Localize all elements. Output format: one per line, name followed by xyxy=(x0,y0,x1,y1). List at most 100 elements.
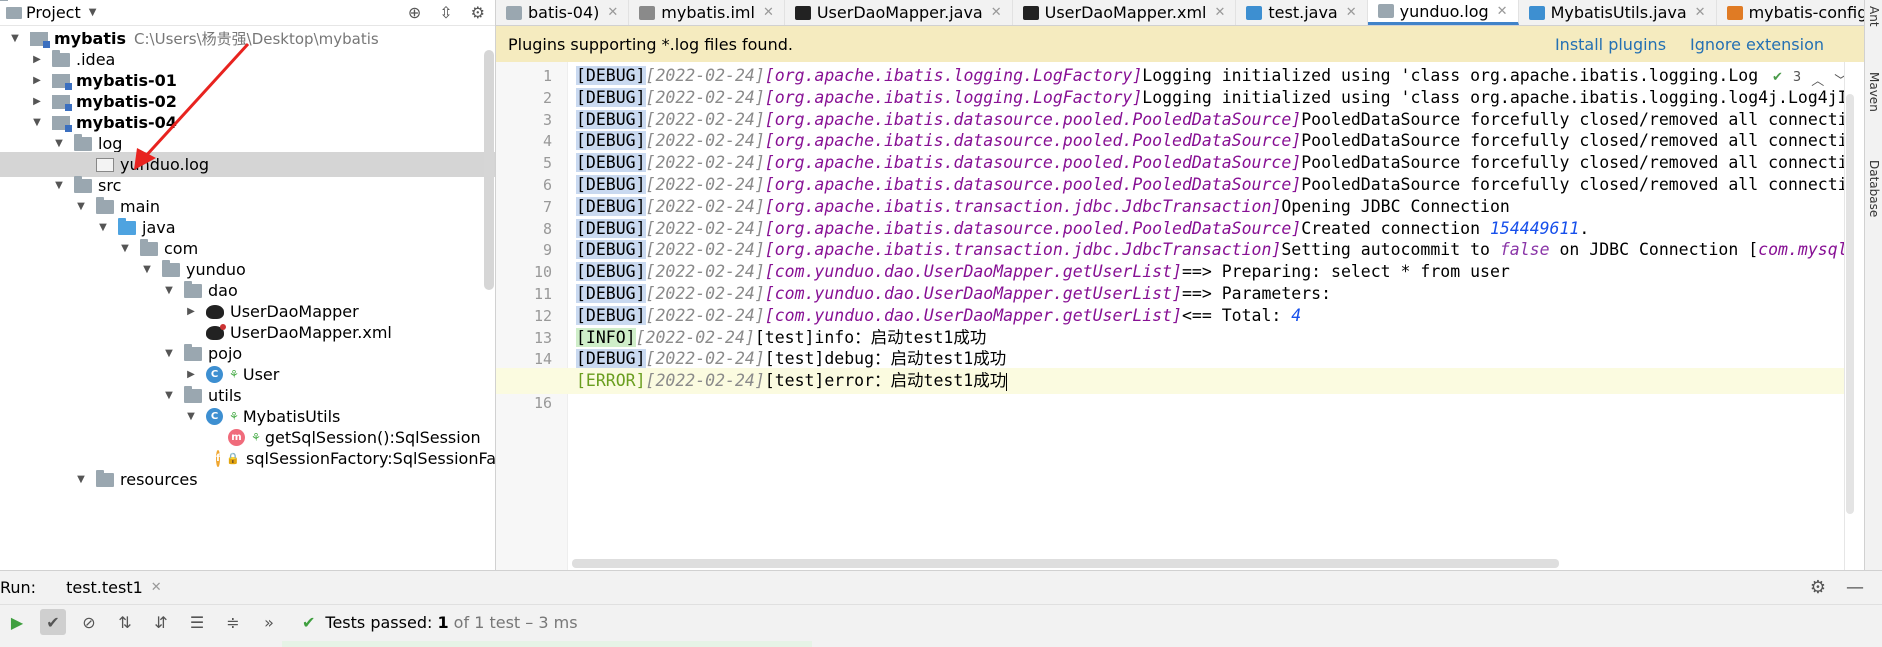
run-panel: Run: test.test1 ✕ ⚙ — ▶ ✔ ⊘ ⇅ ⇵ ☰ ≑ » ✔ … xyxy=(0,570,1882,647)
chevron-right-icon[interactable]: ▶ xyxy=(184,306,198,317)
log-level: [DEBUG] xyxy=(576,262,646,282)
log-message: PooledDataSource forcefully closed/remov… xyxy=(1301,131,1844,151)
right-tool-strip: Ant Maven Database xyxy=(1864,0,1882,570)
log-message: [test]debug：启动test1成功 xyxy=(764,349,1007,369)
more-icon[interactable]: » xyxy=(256,609,282,635)
log-source: [com.yunduo.dao.UserDaoMapper.getUserLis… xyxy=(764,305,1182,325)
folder-icon xyxy=(96,196,114,214)
log-level: [DEBUG] xyxy=(576,175,646,194)
editor-tab[interactable]: MybatisUtils.java ✕ xyxy=(1519,0,1717,25)
run-toolbar: ▶ ✔ ⊘ ⇅ ⇵ ☰ ≑ » ✔ Tests passed: 1 of 1 t… xyxy=(0,605,1882,639)
editor-tab[interactable]: mybatis.iml ✕ xyxy=(629,0,785,25)
chevron-down-icon[interactable]: ▼ xyxy=(118,243,132,254)
chevron-down-icon[interactable]: ▼ xyxy=(162,390,176,401)
ide-window: Project ▼ ⊕ ⇳ ⚙ ▼ mybatis C:\Users\杨贵强\Des… xyxy=(0,0,1882,647)
chevron-down-icon[interactable]: ▼ xyxy=(140,264,154,275)
chevron-right-icon[interactable]: ▶ xyxy=(184,369,198,380)
log-message: PooledDataSource forcefully closed/remov… xyxy=(1301,109,1844,129)
run-tab[interactable]: test.test1 ✕ xyxy=(36,578,172,597)
chevron-down-icon[interactable]: ▼ xyxy=(52,138,66,149)
editor-tab[interactable]: yunduo.log ✕ xyxy=(1367,0,1519,25)
chevron-down-icon[interactable]: ▼ xyxy=(96,222,110,233)
expand-all-icon[interactable]: ☰ xyxy=(184,609,210,635)
log-source: [org.apache.ibatis.transaction.jdbc.Jdbc… xyxy=(764,196,1282,216)
vertical-scrollbar[interactable] xyxy=(1846,94,1854,514)
project-panel-title[interactable]: Project xyxy=(26,3,81,22)
chevron-down-icon[interactable]: ▼ xyxy=(30,117,44,128)
line-number-gutter: 12345678910111213141516 xyxy=(496,62,568,570)
close-icon[interactable]: ✕ xyxy=(1214,5,1225,20)
install-plugins-link[interactable]: Install plugins xyxy=(1555,35,1666,54)
close-icon[interactable]: ✕ xyxy=(763,5,774,20)
chevron-down-icon[interactable]: ▼ xyxy=(74,201,88,212)
tree-item-label: mybatis xyxy=(54,29,127,48)
chevron-up-icon[interactable]: ︿ xyxy=(1811,70,1824,89)
log-level: [DEBUG] xyxy=(576,66,646,85)
horizontal-scrollbar[interactable] xyxy=(572,559,1559,568)
close-icon[interactable]: ✕ xyxy=(1497,4,1508,19)
collapse-all-icon[interactable]: ≑ xyxy=(220,609,246,635)
gear-icon[interactable]: ⚙ xyxy=(471,3,485,22)
chevron-down-icon[interactable]: ▼ xyxy=(162,285,176,296)
editor-tab[interactable]: UserDaoMapper.java ✕ xyxy=(785,0,1013,25)
chevron-right-icon[interactable]: ▶ xyxy=(30,96,44,107)
chevron-down-icon[interactable]: ▼ xyxy=(89,7,97,18)
close-icon[interactable]: ✕ xyxy=(1346,5,1357,20)
chevron-right-icon[interactable]: ▶ xyxy=(30,54,44,65)
tool-window-maven[interactable]: Maven xyxy=(1865,72,1882,112)
chevron-down-icon[interactable]: ▼ xyxy=(74,474,88,485)
log-number: 154449611 xyxy=(1489,218,1580,238)
editor-tab[interactable]: test.java ✕ xyxy=(1236,0,1368,25)
show-passed-icon[interactable]: ✔ xyxy=(40,609,66,635)
tree-item-label: yunduo.log xyxy=(120,155,210,174)
log-message: PooledDataSource forcefully closed/remov… xyxy=(1301,175,1844,194)
mybatis-xml-icon xyxy=(206,323,226,340)
collapse-all-icon[interactable]: ⇳ xyxy=(439,3,452,22)
editor-tab-label: mybatis-config.xml xyxy=(1748,3,1864,22)
log-date: [2022-02-24] xyxy=(635,327,755,347)
rerun-icon[interactable]: ▶ xyxy=(4,609,30,635)
tool-window-database[interactable]: Database xyxy=(1865,160,1882,217)
log-level: [DEBUG] xyxy=(576,240,646,260)
close-icon[interactable]: ✕ xyxy=(1695,5,1706,20)
chevron-down-icon[interactable]: ▼ xyxy=(52,180,66,191)
sort-alpha-icon[interactable]: ⇅ xyxy=(112,609,138,635)
sort-duration-icon[interactable]: ⇵ xyxy=(148,609,174,635)
inspection-widget[interactable]: ✔ 3 ︿ ﹀ xyxy=(1772,70,1847,89)
plugin-suggestion-banner: Plugins supporting *.log files found. In… xyxy=(496,26,1864,62)
editor-tab[interactable]: mybatis-config.xml✕ xyxy=(1717,0,1864,25)
tree-row[interactable]: ▼ resources xyxy=(0,467,495,492)
code-area[interactable]: [DEBUG][2022-02-24][org.apache.ibatis.lo… xyxy=(496,62,1844,570)
minimize-icon[interactable]: — xyxy=(1846,577,1864,598)
log-date: [2022-02-24] xyxy=(645,305,765,325)
ignore-extension-link[interactable]: Ignore extension xyxy=(1690,35,1824,54)
test-status: Tests passed: 1 of 1 test – 3 ms xyxy=(325,613,577,632)
chevron-down-icon[interactable]: ▼ xyxy=(8,33,22,44)
locate-icon[interactable]: ⊕ xyxy=(408,3,421,22)
log-date: [2022-02-24] xyxy=(645,175,765,194)
log-line[interactable]: [ERROR][2022-02-24][test]error：启动test1成功 xyxy=(496,368,1844,395)
xml-file-icon xyxy=(1726,5,1743,20)
show-ignored-icon[interactable]: ⊘ xyxy=(76,609,102,635)
close-icon[interactable]: ✕ xyxy=(991,5,1002,20)
tree-item-label: mybatis-01 xyxy=(76,71,177,90)
tool-window-ant[interactable]: Ant xyxy=(1865,6,1882,27)
package-icon xyxy=(184,280,202,298)
mybatis-interface-icon xyxy=(794,5,811,20)
log-level: [DEBUG] xyxy=(576,218,646,238)
chevron-right-icon[interactable]: ▶ xyxy=(30,75,44,86)
gear-icon[interactable]: ⚙ xyxy=(1810,577,1826,598)
tree-item-label: UserDaoMapper xyxy=(230,302,359,321)
chevron-down-icon[interactable]: ▼ xyxy=(184,411,198,422)
editor-tab[interactable]: batis-04) ✕ xyxy=(496,0,630,25)
log-source: [com.yunduo.dao.UserDaoMapper.getUserLis… xyxy=(764,262,1182,282)
close-icon[interactable]: ✕ xyxy=(151,580,162,595)
close-icon[interactable]: ✕ xyxy=(607,5,618,20)
project-scrollbar[interactable] xyxy=(484,50,494,290)
editor-tab[interactable]: UserDaoMapper.xml ✕ xyxy=(1013,0,1237,25)
log-editor[interactable]: 12345678910111213141516 [DEBUG][2022-02-… xyxy=(496,62,1844,570)
log-number: 4 xyxy=(1291,305,1302,325)
chevron-down-icon[interactable]: ▼ xyxy=(162,348,176,359)
log-date: [2022-02-24] xyxy=(645,196,765,216)
mybatis-interface-icon xyxy=(206,304,224,319)
